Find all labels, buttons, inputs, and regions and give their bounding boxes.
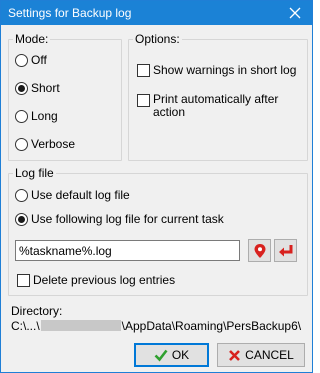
ok-button[interactable]: OK <box>134 343 209 367</box>
close-icon <box>289 7 301 19</box>
radio-label: Use default log file <box>31 188 130 202</box>
checkbox-label: Print automatically after action <box>153 92 279 119</box>
use-following-log-radio[interactable]: Use following log file for current task <box>15 212 224 226</box>
mode-radio-long[interactable]: Long <box>15 109 58 123</box>
log-file-group: Log file Use default log file Use follow… <box>8 166 308 296</box>
log-file-group-label: Log file <box>13 166 56 180</box>
return-arrow-icon <box>278 244 292 256</box>
cancel-label: CANCEL <box>245 348 294 362</box>
directory-path: C:\...\ \AppData\Roaming\PersBackup6\ <box>11 319 301 333</box>
mode-radio-verbose[interactable]: Verbose <box>15 137 75 151</box>
checkbox[interactable] <box>137 63 150 77</box>
radio-button[interactable] <box>15 137 28 151</box>
radio-button[interactable] <box>15 53 28 67</box>
print-automatically-checkbox[interactable]: Print automatically after action <box>137 93 287 119</box>
mode-option-label: Verbose <box>31 137 76 151</box>
checkmark-icon <box>154 349 168 362</box>
placeholder-button[interactable] <box>248 239 271 262</box>
checkbox-label: Show warnings in short log <box>153 63 297 77</box>
radio-button[interactable] <box>15 109 28 123</box>
options-group: Options: Show warnings in short log Prin… <box>128 32 308 161</box>
redacted-segment <box>40 320 121 331</box>
radio-button[interactable] <box>15 212 28 226</box>
radio-button[interactable] <box>15 81 28 95</box>
close-button[interactable] <box>278 1 312 25</box>
cancel-button[interactable]: CANCEL <box>217 343 305 367</box>
show-warnings-checkbox[interactable]: Show warnings in short log <box>137 63 296 77</box>
checkbox[interactable] <box>17 273 30 287</box>
mode-option-label: Long <box>31 109 58 123</box>
settings-dialog: Settings for Backup log Mode: Off Short … <box>0 0 313 373</box>
options-group-label: Options: <box>133 32 182 46</box>
log-file-name-input[interactable] <box>15 240 240 261</box>
mode-group-label: Mode: <box>13 32 51 46</box>
mode-radio-short[interactable]: Short <box>15 81 60 95</box>
radio-label: Use following log file for current task <box>31 212 224 226</box>
directory-suffix: \AppData\Roaming\PersBackup6\ <box>121 319 302 333</box>
use-default-log-radio[interactable]: Use default log file <box>15 188 130 202</box>
cancel-x-icon <box>229 349 241 361</box>
directory-label: Directory: <box>11 304 63 318</box>
mode-group: Mode: Off Short Long Verbose <box>8 32 122 161</box>
mode-option-label: Short <box>31 81 60 95</box>
delete-previous-checkbox[interactable]: Delete previous log entries <box>17 273 175 287</box>
location-pin-icon <box>254 243 265 258</box>
mode-radio-off[interactable]: Off <box>15 53 47 67</box>
mode-option-label: Off <box>31 53 47 67</box>
checkbox[interactable] <box>137 94 150 107</box>
radio-button[interactable] <box>15 188 28 202</box>
reset-button[interactable] <box>274 239 297 262</box>
checkbox-label: Delete previous log entries <box>33 273 176 287</box>
directory-prefix: C:\...\ <box>11 319 40 333</box>
ok-label: OK <box>171 348 190 362</box>
title-bar[interactable]: Settings for Backup log <box>1 1 312 25</box>
window-title: Settings for Backup log <box>8 6 132 20</box>
